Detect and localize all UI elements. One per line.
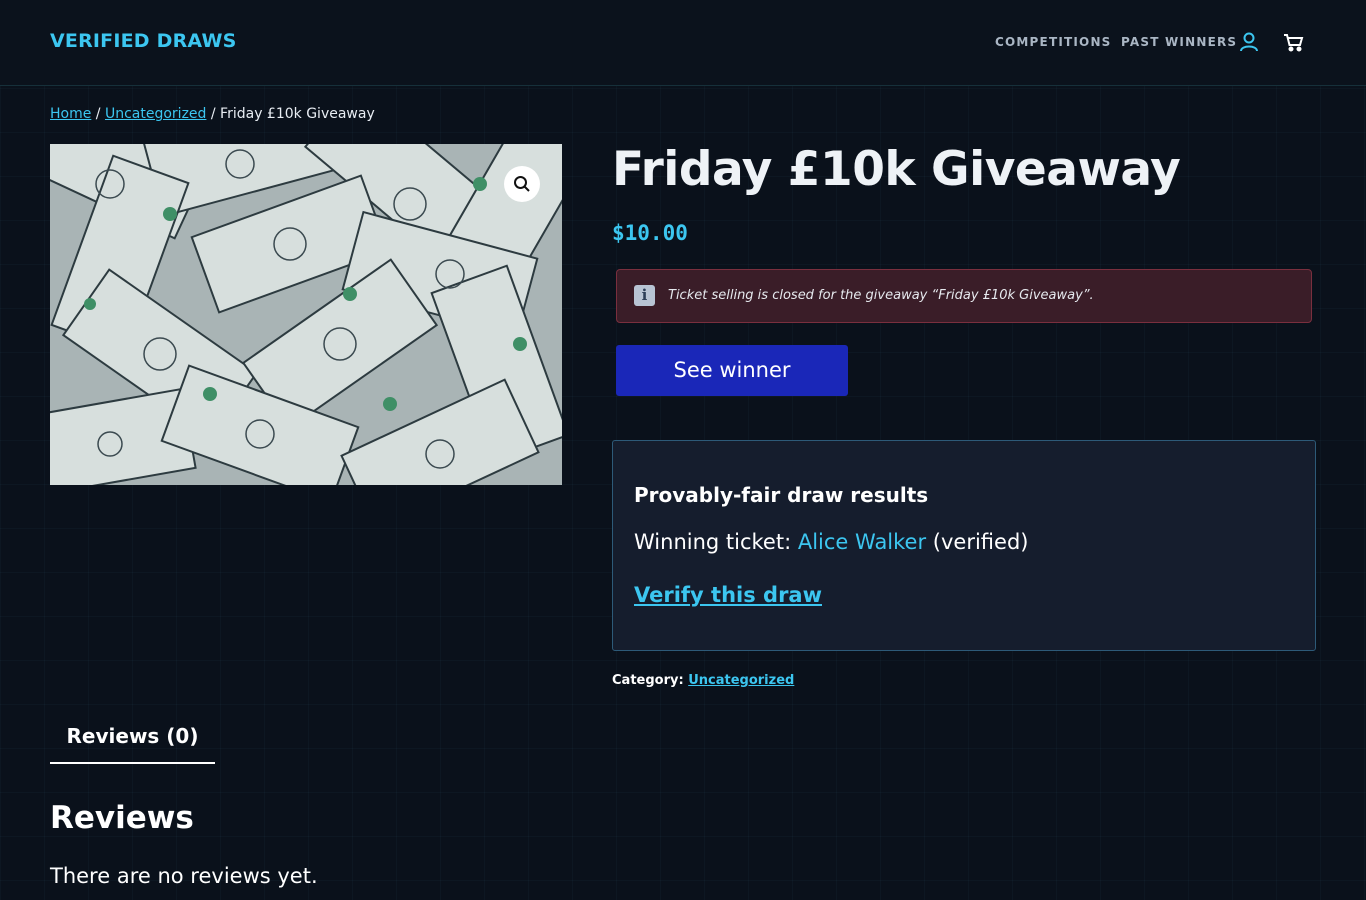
breadcrumb-current: Friday £10k Giveaway: [220, 106, 375, 122]
breadcrumb: Home / Uncategorized / Friday £10k Givea…: [50, 106, 375, 122]
breadcrumb-home[interactable]: Home: [50, 106, 91, 122]
product-image[interactable]: [50, 144, 562, 485]
site-header: VERIFIED DRAWS COMPETITIONS PAST WINNERS: [0, 0, 1366, 86]
banknotes-image: [50, 144, 562, 485]
winning-label: Winning ticket:: [634, 530, 798, 554]
category-label: Category:: [612, 673, 689, 688]
breadcrumb-separator: /: [91, 106, 105, 122]
site-logo[interactable]: VERIFIED DRAWS: [50, 30, 237, 52]
tab-reviews[interactable]: Reviews (0): [50, 712, 215, 764]
info-icon: i: [634, 285, 655, 306]
product-title: Friday £10k Giveaway: [612, 142, 1181, 197]
notice-text: Ticket selling is closed for the giveawa…: [668, 288, 1094, 303]
user-icon[interactable]: [1238, 31, 1260, 53]
winning-ticket: Winning ticket: Alice Walker (verified): [634, 530, 1028, 554]
winner-suffix: (verified): [926, 530, 1029, 554]
breadcrumb-separator: /: [206, 106, 221, 122]
reviews-heading: Reviews: [50, 800, 194, 836]
breadcrumb-category[interactable]: Uncategorized: [105, 106, 206, 122]
zoom-button[interactable]: [504, 166, 540, 202]
nav-competitions[interactable]: COMPETITIONS: [995, 35, 1112, 49]
zoom-icon: [514, 176, 530, 192]
product-price: $10.00: [612, 221, 688, 245]
verify-draw-link[interactable]: Verify this draw: [634, 583, 822, 607]
nav-past-winners[interactable]: PAST WINNERS: [1121, 35, 1237, 49]
category-link[interactable]: Uncategorized: [688, 673, 794, 688]
draw-results-panel: Provably-fair draw results Winning ticke…: [612, 440, 1316, 651]
winner-name: Alice Walker: [797, 530, 927, 554]
closed-notice: i Ticket selling is closed for the givea…: [616, 269, 1312, 323]
product-category: Category: Uncategorized: [612, 673, 794, 688]
cart-icon[interactable]: [1283, 32, 1305, 52]
see-winner-button[interactable]: See winner: [616, 345, 848, 396]
no-reviews-text: There are no reviews yet.: [50, 864, 318, 888]
draw-results-title: Provably-fair draw results: [634, 483, 929, 507]
tab-reviews-label: Reviews (0): [66, 724, 199, 748]
